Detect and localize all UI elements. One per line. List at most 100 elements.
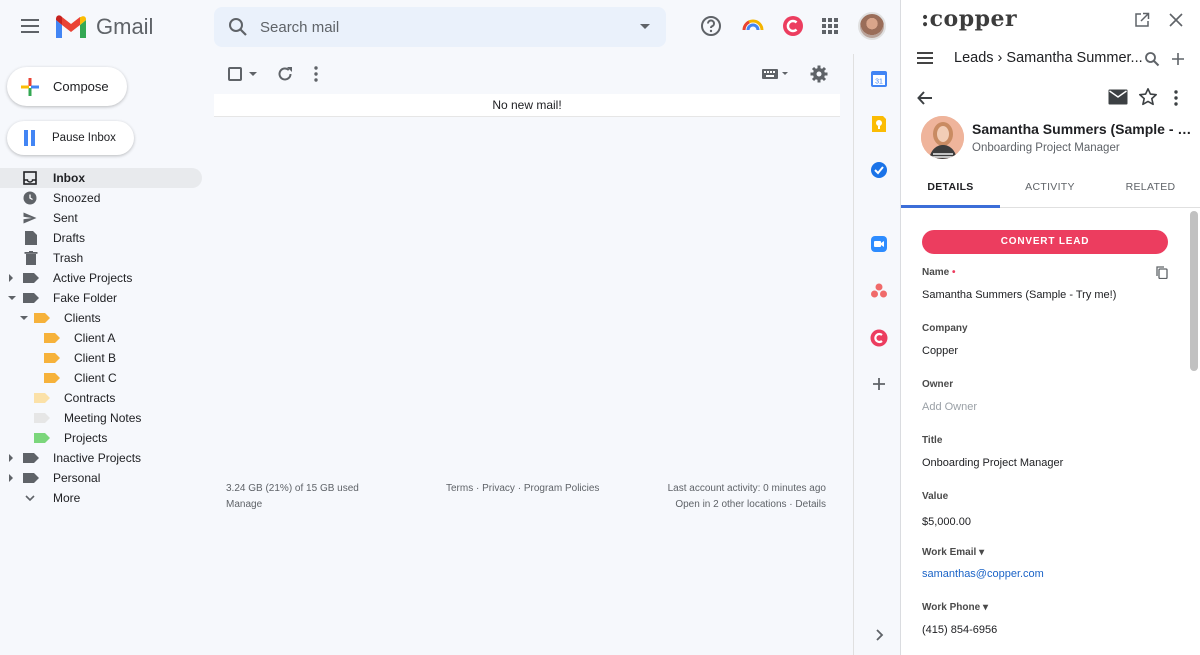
more-vertical-icon[interactable] — [312, 65, 320, 83]
work-phone-label-text: Work Phone — [922, 602, 981, 613]
separator: · — [789, 499, 793, 510]
sidebar-item-meeting-notes[interactable]: Meeting Notes — [0, 408, 202, 428]
collapse-caret-icon[interactable] — [20, 316, 28, 320]
copper-extension-icon[interactable] — [782, 15, 804, 37]
keyboard-icon[interactable] — [762, 68, 790, 80]
sidebar-item-inactive-projects[interactable]: Inactive Projects — [0, 448, 202, 468]
more-vertical-icon[interactable] — [1173, 89, 1179, 107]
sidebar-item-label: Client A — [74, 331, 116, 345]
work-phone-value[interactable]: (415) 854-6956 — [922, 624, 997, 636]
chevron-right-icon[interactable] — [870, 626, 888, 644]
svg-text:31: 31 — [875, 79, 883, 86]
keep-icon[interactable] — [870, 115, 888, 133]
sidebar-item-active-projects[interactable]: Active Projects — [0, 268, 202, 288]
sidebar-item-contracts[interactable]: Contracts — [0, 388, 202, 408]
sidebar-item-snoozed[interactable]: Snoozed — [0, 188, 202, 208]
sidebar-item-inbox[interactable]: Inbox — [0, 168, 202, 188]
search-icon[interactable] — [228, 17, 248, 37]
sidebar-item-label: Inactive Projects — [53, 451, 142, 465]
sidebar-item-label: Projects — [64, 431, 108, 445]
field-type-caret[interactable]: ▾ — [983, 602, 988, 613]
open-external-icon[interactable] — [1134, 12, 1150, 28]
settings-gear-icon[interactable] — [810, 65, 828, 83]
manage-storage-link[interactable]: Manage — [226, 497, 359, 513]
asana-icon[interactable] — [870, 282, 888, 300]
pause-inbox-button[interactable]: Pause Inbox — [7, 121, 134, 155]
required-marker: • — [952, 267, 956, 278]
activity-footer: Last account activity: 0 minutes ago Ope… — [634, 481, 826, 513]
zoom-icon[interactable] — [870, 235, 888, 253]
sidebar-item-label: Personal — [53, 471, 101, 485]
details-scrollbar[interactable] — [1190, 211, 1198, 371]
gmail-logo[interactable]: Gmail — [54, 14, 153, 40]
copy-icon[interactable] — [1156, 266, 1168, 279]
select-all-checkbox[interactable] — [228, 67, 242, 81]
privacy-link[interactable]: Privacy — [482, 483, 515, 494]
separator: · — [476, 483, 480, 494]
field-type-caret[interactable]: ▾ — [979, 547, 984, 558]
breadcrumb-leads-link[interactable]: Leads — [954, 50, 994, 66]
tab-activity[interactable]: ACTIVITY — [1000, 172, 1100, 208]
sidebar-item-clients[interactable]: Clients — [0, 308, 202, 328]
close-icon[interactable] — [1168, 12, 1184, 28]
copper-nav-bar: Leads › Samantha Summer... — [901, 42, 1200, 76]
tasks-icon[interactable] — [870, 161, 888, 179]
program-policies-link[interactable]: Program Policies — [524, 483, 600, 494]
calendar-icon[interactable]: 31 — [870, 70, 888, 88]
sidebar-item-label: Contracts — [64, 391, 116, 405]
extension-rainbow-icon[interactable] — [742, 17, 764, 33]
clock-icon — [23, 191, 37, 205]
sidebar-item-personal[interactable]: Personal — [0, 468, 202, 488]
label-tag-icon — [34, 433, 50, 443]
search-options-icon[interactable] — [640, 24, 650, 29]
sidebar-item-fake-folder[interactable]: Fake Folder — [0, 288, 202, 308]
activity-details-link[interactable]: Details — [795, 499, 826, 510]
sidebar-item-label: Meeting Notes — [64, 411, 142, 425]
sidebar-item-client-c[interactable]: Client C — [0, 368, 202, 388]
star-icon[interactable] — [1138, 87, 1158, 107]
refresh-icon[interactable] — [276, 65, 294, 83]
owner-field-input[interactable]: Add Owner — [922, 401, 977, 413]
account-avatar[interactable] — [858, 12, 886, 40]
expand-caret-icon[interactable] — [9, 474, 13, 482]
sidebar-item-sent[interactable]: Sent — [0, 208, 202, 228]
apps-grid-icon[interactable] — [821, 17, 839, 35]
name-field-value[interactable]: Samantha Summers (Sample - Try me!) — [922, 289, 1116, 301]
back-arrow-icon[interactable] — [916, 89, 934, 107]
copper-search-icon[interactable] — [1144, 51, 1160, 67]
select-options-caret-icon[interactable] — [249, 72, 257, 76]
collapse-caret-icon[interactable] — [8, 296, 16, 300]
mail-main: No new mail! 3.24 GB (21%) of 15 GB used… — [214, 54, 854, 655]
sidebar-item-client-b[interactable]: Client B — [0, 348, 202, 368]
compose-button[interactable]: Compose — [7, 67, 127, 106]
copper-add-icon[interactable] — [1170, 51, 1186, 67]
convert-lead-button[interactable]: CONVERT LEAD — [922, 230, 1168, 254]
help-icon[interactable] — [700, 15, 722, 37]
sidebar-item-trash[interactable]: Trash — [0, 248, 202, 268]
title-field-value[interactable]: Onboarding Project Manager — [922, 457, 1063, 469]
mail-icon[interactable] — [1108, 89, 1128, 105]
sidebar-item-more[interactable]: More — [0, 488, 202, 508]
add-addon-icon[interactable] — [870, 375, 888, 393]
search-input[interactable] — [260, 16, 620, 38]
main-menu-button[interactable] — [18, 15, 42, 39]
tab-details[interactable]: DETAILS — [901, 172, 1000, 208]
expand-caret-icon[interactable] — [9, 274, 13, 282]
details-pane: CONVERT LEAD Name • Samantha Summers (Sa… — [901, 208, 1189, 655]
search-bar[interactable] — [214, 7, 666, 47]
copper-menu-button[interactable] — [917, 52, 935, 66]
work-email-value[interactable]: samanthas@copper.com — [922, 568, 1044, 580]
sidebar-item-client-a[interactable]: Client A — [0, 328, 202, 348]
tab-related[interactable]: RELATED — [1100, 172, 1200, 208]
last-activity-text: Last account activity: 0 minutes ago — [667, 483, 826, 494]
copper-addon-icon[interactable] — [870, 329, 888, 347]
contact-name: Samantha Summers (Sample - Try me!) — [972, 121, 1194, 137]
value-field-value[interactable]: $5,000.00 — [922, 516, 971, 528]
chevron-down-icon — [25, 495, 35, 502]
sidebar-item-projects[interactable]: Projects — [0, 428, 202, 448]
terms-link[interactable]: Terms — [446, 483, 473, 494]
company-field-value[interactable]: Copper — [922, 345, 958, 357]
expand-caret-icon[interactable] — [9, 454, 13, 462]
sidebar-item-drafts[interactable]: Drafts — [0, 228, 202, 248]
label-tag-icon — [44, 333, 60, 343]
